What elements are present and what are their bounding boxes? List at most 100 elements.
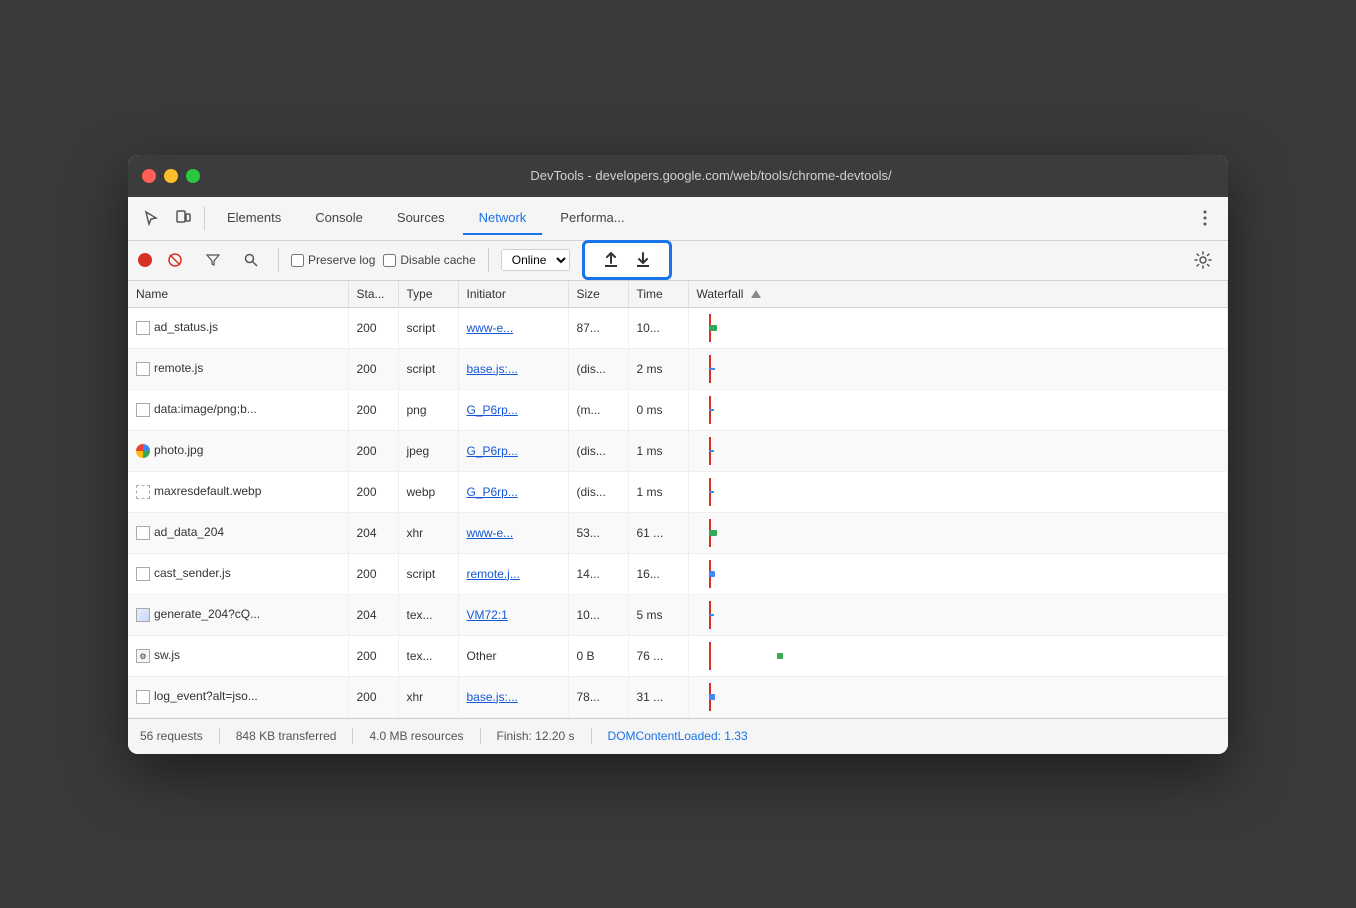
cell-status: 200 (348, 676, 398, 717)
table-row[interactable]: ⚙sw.js200tex...Other0 B76 ... (128, 635, 1228, 676)
tab-sources[interactable]: Sources (381, 202, 461, 235)
cell-initiator[interactable]: G_P6rp... (458, 430, 568, 471)
waterfall-bar (709, 368, 715, 370)
disable-cache-checkbox[interactable]: Disable cache (383, 253, 475, 267)
waterfall-bar (709, 571, 715, 577)
record-button[interactable] (138, 253, 152, 267)
network-table: Name Sta... Type Initiator Size (128, 281, 1228, 718)
table-row[interactable]: ad_status.js200scriptwww-e...87...10... (128, 307, 1228, 348)
table-row[interactable]: generate_204?cQ...204tex...VM72:110...5 … (128, 594, 1228, 635)
cell-status: 200 (348, 635, 398, 676)
cell-type: tex... (398, 635, 458, 676)
cell-initiator[interactable]: G_P6rp... (458, 389, 568, 430)
tab-elements[interactable]: Elements (211, 202, 297, 235)
col-header-type[interactable]: Type (398, 281, 458, 308)
cell-name: maxresdefault.webp (128, 471, 348, 512)
upload-button[interactable] (595, 246, 627, 274)
cell-status: 200 (348, 430, 398, 471)
cell-time: 76 ... (628, 635, 688, 676)
search-button[interactable] (236, 245, 266, 275)
table-row[interactable]: ad_data_204204xhrwww-e...53...61 ... (128, 512, 1228, 553)
cell-waterfall (688, 512, 1228, 553)
cell-status: 200 (348, 307, 398, 348)
close-button[interactable] (142, 169, 156, 183)
tab-performance[interactable]: Performa... (544, 202, 640, 235)
cell-initiator[interactable]: remote.j... (458, 553, 568, 594)
cell-type: script (398, 307, 458, 348)
cell-time: 16... (628, 553, 688, 594)
cell-type: png (398, 389, 458, 430)
cell-status: 204 (348, 594, 398, 635)
waterfall-bar (709, 614, 714, 616)
table-row[interactable]: maxresdefault.webp200webpG_P6rp...(dis..… (128, 471, 1228, 512)
cell-type: script (398, 553, 458, 594)
cell-name: cast_sender.js (128, 553, 348, 594)
col-header-initiator[interactable]: Initiator (458, 281, 568, 308)
col-header-time[interactable]: Time (628, 281, 688, 308)
table-row[interactable]: photo.jpg200jpegG_P6rp...(dis...1 ms (128, 430, 1228, 471)
cell-name: ad_data_204 (128, 512, 348, 553)
more-options-button[interactable] (1190, 203, 1220, 233)
cursor-tool-button[interactable] (136, 203, 166, 233)
cell-size: (m... (568, 389, 628, 430)
table-row[interactable]: data:image/png;b...200pngG_P6rp...(m...0… (128, 389, 1228, 430)
toolbar-separator-3 (488, 248, 489, 272)
cell-waterfall (688, 635, 1228, 676)
more-icon (1203, 210, 1207, 226)
settings-button[interactable] (1188, 245, 1218, 275)
cell-type: xhr (398, 676, 458, 717)
cell-time: 0 ms (628, 389, 688, 430)
waterfall-bar (709, 530, 717, 536)
toolbar-separator-2 (278, 248, 279, 272)
cell-time: 5 ms (628, 594, 688, 635)
preserve-log-checkbox[interactable]: Preserve log (291, 253, 375, 267)
minimize-button[interactable] (164, 169, 178, 183)
cell-initiator[interactable]: G_P6rp... (458, 471, 568, 512)
tab-console[interactable]: Console (299, 202, 379, 235)
waterfall-bar (709, 409, 714, 411)
cell-time: 61 ... (628, 512, 688, 553)
col-header-waterfall[interactable]: Waterfall (688, 281, 1228, 308)
cell-status: 204 (348, 512, 398, 553)
cell-initiator[interactable]: base.js:... (458, 348, 568, 389)
cell-initiator[interactable]: www-e... (458, 307, 568, 348)
device-toggle-button[interactable] (168, 203, 198, 233)
col-header-name[interactable]: Name (128, 281, 348, 308)
cell-name: log_event?alt=jso... (128, 676, 348, 717)
throttling-select[interactable]: Online (501, 249, 570, 271)
block-requests-button[interactable] (160, 245, 190, 275)
waterfall-bar (709, 450, 714, 452)
cell-name: generate_204?cQ... (128, 594, 348, 635)
waterfall-red-line (709, 642, 711, 670)
cell-size: 87... (568, 307, 628, 348)
filter-button[interactable] (198, 245, 228, 275)
maximize-button[interactable] (186, 169, 200, 183)
cell-initiator[interactable]: www-e... (458, 512, 568, 553)
table-header-row: Name Sta... Type Initiator Size (128, 281, 1228, 308)
cell-name: remote.js (128, 348, 348, 389)
table-row[interactable]: log_event?alt=jso...200xhrbase.js:...78.… (128, 676, 1228, 717)
device-icon (175, 210, 191, 226)
cell-time: 1 ms (628, 471, 688, 512)
table-row[interactable]: cast_sender.js200scriptremote.j...14...1… (128, 553, 1228, 594)
tab-network[interactable]: Network (463, 202, 543, 235)
cell-name: data:image/png;b... (128, 389, 348, 430)
upload-download-box (582, 240, 672, 280)
waterfall-bar (709, 325, 717, 331)
cell-time: 1 ms (628, 430, 688, 471)
cell-status: 200 (348, 471, 398, 512)
col-header-status[interactable]: Sta... (348, 281, 398, 308)
cell-status: 200 (348, 389, 398, 430)
table-row[interactable]: remote.js200scriptbase.js:...(dis...2 ms (128, 348, 1228, 389)
cell-initiator[interactable]: base.js:... (458, 676, 568, 717)
download-button[interactable] (627, 246, 659, 274)
title-bar: DevTools - developers.google.com/web/too… (128, 155, 1228, 197)
network-toolbar: Preserve log Disable cache Online (128, 241, 1228, 281)
cell-waterfall (688, 553, 1228, 594)
cell-initiator[interactable]: VM72:1 (458, 594, 568, 635)
waterfall-bar (709, 694, 715, 700)
cell-initiator[interactable]: Other (458, 635, 568, 676)
cell-waterfall (688, 389, 1228, 430)
cell-size: 53... (568, 512, 628, 553)
col-header-size[interactable]: Size (568, 281, 628, 308)
